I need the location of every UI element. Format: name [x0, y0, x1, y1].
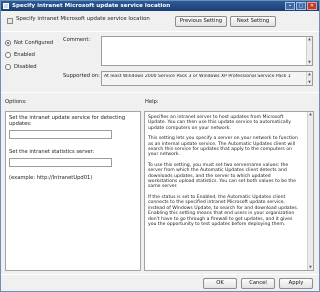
section-divider	[1, 92, 319, 93]
radio-label: Not Configured	[14, 40, 54, 46]
help-paragraph: To use this setting, you must set two se…	[148, 162, 296, 190]
header-row: Specify intranet Microsoft update servic…	[4, 13, 317, 30]
scroll-down-icon[interactable]: ▼	[308, 265, 313, 270]
setting-icon	[7, 18, 13, 24]
cancel-button[interactable]: Cancel	[241, 278, 275, 289]
comment-scrollbar[interactable]: ▲ ▼	[306, 37, 312, 65]
policy-name: Specify intranet Microsoft update servic…	[16, 16, 150, 22]
help-paragraph: Specifies an intranet server to host upd…	[148, 115, 291, 131]
help-paragraph: If the status is set to Enabled, the Aut…	[148, 194, 299, 227]
radio-label: Disabled	[14, 64, 37, 70]
policy-dialog: Specify intranet Microsoft update servic…	[0, 0, 320, 292]
help-panel: Specifies an intranet server to host upd…	[144, 111, 314, 271]
minimize-button[interactable]: –	[285, 2, 295, 10]
radio-checked-icon	[5, 40, 11, 46]
radio-enabled[interactable]: Enabled	[5, 51, 35, 59]
stats-server-input[interactable]	[9, 158, 112, 167]
detect-server-input[interactable]	[9, 130, 112, 139]
footer-divider	[1, 274, 319, 275]
radio-unchecked-icon	[5, 52, 11, 58]
supported-on-label: Supported on:	[63, 73, 100, 79]
scroll-up-icon[interactable]: ▲	[308, 112, 313, 117]
help-text: Specifies an intranet server to host upd…	[148, 115, 301, 232]
scroll-down-icon[interactable]: ▼	[307, 60, 312, 65]
policy-icon	[3, 3, 9, 9]
scroll-up-icon[interactable]: ▲	[307, 37, 312, 42]
radio-label: Enabled	[14, 52, 35, 58]
radio-disabled[interactable]: Disabled	[5, 63, 37, 71]
maximize-button[interactable]: □	[296, 2, 306, 10]
ok-button[interactable]: OK	[203, 278, 237, 289]
example-text: (example: http://IntranetUpd01)	[9, 175, 93, 181]
supported-on-field: At least Windows 2000 Service Pack 3 or …	[101, 71, 313, 86]
window-title: Specify intranet Microsoft update servic…	[12, 3, 171, 9]
stats-server-label: Set the intranet statistics server:	[9, 149, 95, 155]
help-heading: Help:	[145, 99, 159, 105]
apply-button[interactable]: Apply	[279, 278, 313, 289]
options-panel: Set the intranet update service for dete…	[5, 111, 141, 271]
window-controls: – □ ✕	[285, 2, 317, 10]
comment-field[interactable]: ▲ ▼	[101, 36, 313, 66]
supported-scrollbar[interactable]: ▲ ▼	[306, 72, 312, 85]
help-scrollbar[interactable]: ▲ ▼	[307, 112, 313, 270]
comment-label: Comment:	[63, 37, 91, 43]
help-paragraph: This setting lets you specify a server o…	[148, 136, 298, 158]
options-heading: Options:	[5, 99, 27, 105]
scroll-down-icon[interactable]: ▼	[307, 80, 312, 85]
supported-on-value: At least Windows 2000 Service Pack 3 or …	[104, 74, 291, 79]
detect-server-label: Set the intranet update service for dete…	[9, 115, 126, 127]
radio-unchecked-icon	[5, 64, 11, 70]
radio-not-configured[interactable]: Not Configured	[5, 39, 53, 47]
scroll-up-icon[interactable]: ▲	[307, 72, 312, 77]
title-bar[interactable]: Specify intranet Microsoft update servic…	[1, 1, 319, 11]
next-setting-button[interactable]: Next Setting	[230, 16, 276, 27]
previous-setting-button[interactable]: Previous Setting	[175, 16, 227, 27]
header-divider	[1, 31, 319, 32]
close-button[interactable]: ✕	[307, 2, 317, 10]
